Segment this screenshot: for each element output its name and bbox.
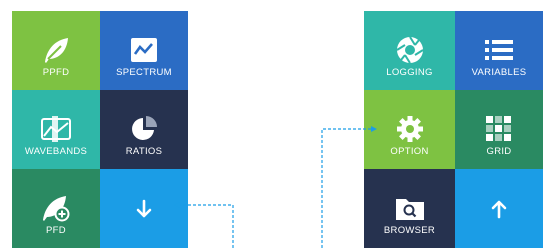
connector-option-arrow: [321, 126, 377, 248]
connector-down-arrow: [174, 202, 234, 248]
navigation-connectors: [174, 126, 377, 248]
